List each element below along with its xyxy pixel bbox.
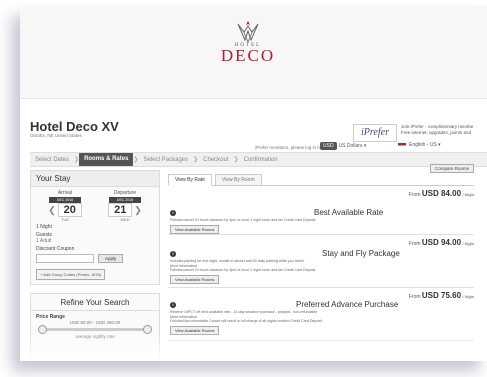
departure-label: Departure — [113, 190, 137, 196]
arrival-label: Arrival — [57, 190, 73, 196]
language-label: English - US ▾ — [409, 142, 441, 148]
crown-logo-icon — [237, 21, 259, 44]
member-login-link[interactable]: iPrefer members, please log in here. — [255, 145, 328, 150]
logo-deco-text: DECO — [220, 46, 276, 65]
info-icon[interactable]: i — [170, 210, 176, 216]
rate-item: From USD 84.00 / Night i Best Available … — [168, 186, 474, 235]
rate-policy: Policies:cancel 24 hours advance by 4pm … — [170, 268, 316, 272]
rate-list: From USD 84.00 / Night i Best Available … — [168, 185, 474, 341]
rate-from-label: From — [408, 241, 421, 247]
step-select-packages[interactable]: Select Packages — [138, 157, 193, 163]
currency-badge: USD — [320, 142, 337, 150]
hotel-location: Omaha, NE United States — [30, 133, 82, 138]
departure-next-icon[interactable]: ❯ — [134, 205, 142, 216]
nights-count: 1 Night — [36, 224, 52, 230]
coupon-label: Discount Coupon — [36, 246, 75, 252]
info-icon[interactable]: i — [170, 251, 176, 257]
arrival-weekday: TUE — [61, 217, 69, 222]
step-checkout[interactable]: Checkout — [198, 157, 233, 163]
rate-price-value: USD 75.60 — [421, 291, 462, 300]
rate-from-label: From — [408, 294, 421, 300]
arrival-day-row: ❮ 20 — [41, 203, 89, 217]
rates-panel: Compare Rooms View By Rate View By Room … — [168, 164, 474, 341]
rate-from-label: From — [408, 192, 421, 198]
date-picker: Arrival DEC 2016 ❮ 20 TUE Departure DEC … — [31, 187, 159, 222]
hotel-logo[interactable]: HOTEL DECO — [208, 18, 288, 64]
rate-policy: Policies:Non-refundable Cancel will resu… — [170, 319, 323, 323]
compare-rooms-button[interactable]: Compare Rooms — [429, 164, 474, 173]
info-icon[interactable]: i — [170, 302, 176, 308]
guests-label: Guests — [36, 232, 52, 238]
departure-date[interactable]: Departure DEC 2016 21 ❯ WED — [101, 190, 149, 222]
coupon-input[interactable] — [36, 254, 94, 263]
step-select-dates[interactable]: Select Dates — [30, 157, 74, 163]
rate-price-value: USD 94.00 — [421, 238, 462, 247]
rate-price: From USD 84.00 / Night — [409, 189, 474, 198]
add-group-codes-button[interactable]: + Add Group Codes (Promo, IATA) — [36, 269, 106, 280]
rate-per-night: / Night — [462, 241, 474, 246]
currency-label: US Dollars ▾ — [338, 143, 367, 149]
view-available-rooms-button[interactable]: View Available Rooms — [170, 225, 220, 234]
rate-price-value: USD 84.00 — [421, 189, 462, 198]
your-stay-panel: Your Stay Arrival DEC 2016 ❮ 20 TUE Depa… — [30, 170, 160, 285]
rate-title: Stay and Fly Package — [322, 249, 400, 258]
rate-title: Preferred Advance Purchase — [296, 300, 399, 309]
refine-search-title: Refine Your Search — [31, 294, 159, 311]
rate-per-night: / Night — [462, 192, 474, 197]
coupon-row: Apply — [31, 252, 159, 263]
bottom-fade — [20, 331, 487, 361]
iprefer-promo[interactable]: Join iPrefer - complimentary membe Free … — [401, 124, 473, 136]
rate-item: From USD 94.00 / Night i Stay and Fly Pa… — [168, 235, 474, 288]
arrival-prev-icon[interactable]: ❮ — [48, 205, 56, 216]
arrival-day[interactable]: 20 — [57, 203, 82, 217]
page: HOTEL DECO iPrefer Join iPrefer - compli… — [20, 6, 487, 361]
departure-day[interactable]: 21 — [108, 203, 133, 217]
departure-day-row: 21 ❯ — [101, 203, 149, 217]
language-selector[interactable]: English - US ▾ — [398, 142, 441, 148]
us-flag-icon — [398, 142, 406, 148]
step-rooms-rates[interactable]: Rooms & Rates — [79, 153, 134, 166]
view-available-rooms-button[interactable]: View Available Rooms — [170, 275, 220, 284]
tab-view-by-rate[interactable]: View By Rate — [168, 174, 212, 186]
rate-policy: Policies:cancel 24 hours advance by 4pm … — [170, 218, 316, 222]
rate-price: From USD 75.60 / Night — [409, 291, 474, 300]
apply-coupon-button[interactable]: Apply — [98, 254, 124, 263]
currency-selector[interactable]: USD US Dollars ▾ — [320, 142, 366, 150]
step-confirmation[interactable]: Confirmation — [239, 157, 283, 163]
your-stay-title: Your Stay — [31, 171, 159, 187]
rate-title: Best Available Rate — [314, 208, 384, 217]
booking-steps: Select Dates ❯ Rooms & Rates ❯ Select Pa… — [30, 152, 487, 167]
tab-view-by-room[interactable]: View By Room — [214, 174, 262, 186]
price-range-label: Price Range — [36, 314, 65, 320]
iprefer-logo[interactable]: iPrefer — [353, 124, 397, 142]
rate-per-night: / Night — [462, 294, 474, 299]
iprefer-promo-line2: Free internet, upgrades, points and — [401, 130, 472, 135]
price-range-value: USD 60.00 - USD 260.00 — [69, 320, 121, 325]
arrival-date[interactable]: Arrival DEC 2016 ❮ 20 TUE — [41, 190, 89, 222]
hotel-name: Hotel Deco XV — [30, 119, 119, 134]
view-tabs: View By Rate View By Room — [168, 170, 474, 186]
departure-weekday: WED — [120, 217, 130, 222]
rate-price: From USD 94.00 / Night — [409, 238, 474, 247]
